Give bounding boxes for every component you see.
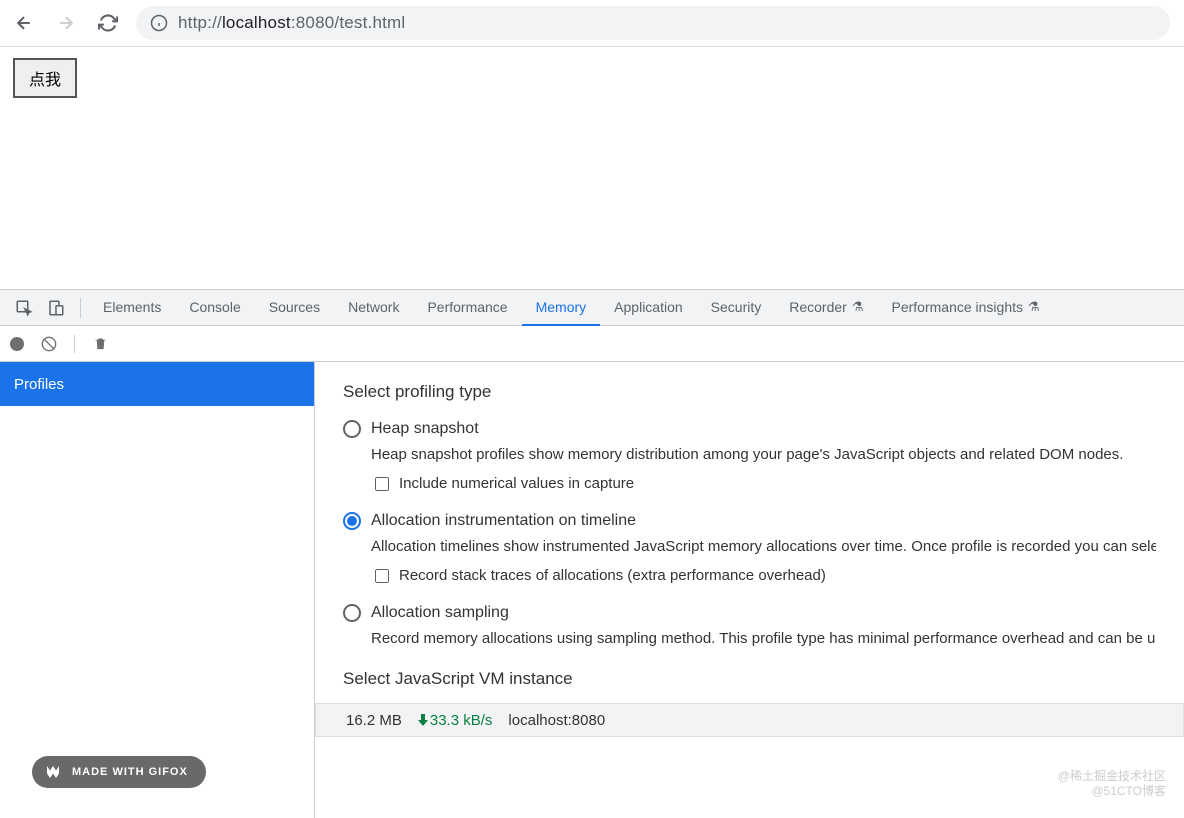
forward-button[interactable]: [56, 13, 76, 33]
record-button[interactable]: [10, 337, 24, 351]
page-content: 点我: [0, 47, 1184, 289]
vm-host: localhost:8080: [508, 712, 605, 729]
reload-button[interactable]: [98, 13, 118, 33]
trash-icon[interactable]: [91, 335, 109, 353]
tab-performance-insights[interactable]: Performance insights⚗: [878, 290, 1054, 326]
vm-instance-title: Select JavaScript VM instance: [343, 669, 1156, 689]
profiling-type-title: Select profiling type: [343, 382, 1156, 402]
tab-performance[interactable]: Performance: [413, 290, 521, 326]
heap-description: Heap snapshot profiles show memory distr…: [371, 444, 1156, 465]
flask-icon: ⚗: [852, 299, 864, 315]
separator: [80, 298, 81, 318]
checkbox-numerical[interactable]: [375, 477, 389, 491]
vm-size: 16.2 MB: [346, 712, 402, 729]
checkbox-label-numerical[interactable]: Include numerical values in capture: [399, 475, 634, 492]
profiles-sidebar: Profiles MADE WITH GIFOX: [0, 362, 315, 818]
address-bar[interactable]: http://localhost:8080/test.html: [136, 6, 1170, 40]
timeline-description: Allocation timelines show instrumented J…: [371, 536, 1156, 557]
radio-sampling[interactable]: [343, 604, 361, 622]
option-allocation-timeline: Allocation instrumentation on timeline A…: [343, 512, 1156, 584]
vm-rate: 33.3 kB/s: [418, 712, 493, 729]
separator: [74, 335, 75, 353]
tab-security[interactable]: Security: [697, 290, 776, 326]
devtools-tabs: Elements Console Sources Network Perform…: [0, 290, 1184, 326]
tab-memory[interactable]: Memory: [522, 290, 601, 326]
memory-toolbar: [0, 326, 1184, 362]
radio-label-heap[interactable]: Heap snapshot: [371, 420, 479, 438]
radio-timeline[interactable]: [343, 512, 361, 530]
checkbox-label-stack-traces[interactable]: Record stack traces of allocations (extr…: [399, 567, 826, 584]
memory-main: Select profiling type Heap snapshot Heap…: [315, 362, 1184, 818]
tab-sources[interactable]: Sources: [255, 290, 334, 326]
sidebar-item-profiles[interactable]: Profiles: [0, 362, 314, 406]
tab-network[interactable]: Network: [334, 290, 413, 326]
radio-heap[interactable]: [343, 420, 361, 438]
radio-label-timeline[interactable]: Allocation instrumentation on timeline: [371, 512, 636, 530]
vm-instance-row[interactable]: 16.2 MB 33.3 kB/s localhost:8080: [315, 703, 1184, 737]
devtools-panel: Elements Console Sources Network Perform…: [0, 289, 1184, 818]
sampling-description: Record memory allocations using sampling…: [371, 628, 1156, 649]
click-me-button[interactable]: 点我: [13, 58, 77, 98]
inspect-icon[interactable]: [14, 298, 34, 318]
option-heap-snapshot: Heap snapshot Heap snapshot profiles sho…: [343, 420, 1156, 492]
gifox-watermark: MADE WITH GIFOX: [32, 756, 206, 788]
info-icon: [150, 14, 168, 32]
tab-console[interactable]: Console: [175, 290, 254, 326]
option-allocation-sampling: Allocation sampling Record memory alloca…: [343, 604, 1156, 649]
tab-recorder[interactable]: Recorder⚗: [775, 290, 877, 326]
clear-icon[interactable]: [40, 335, 58, 353]
browser-toolbar: http://localhost:8080/test.html: [0, 0, 1184, 47]
url-text: http://localhost:8080/test.html: [178, 13, 405, 33]
checkbox-stack-traces[interactable]: [375, 569, 389, 583]
arrow-down-icon: [418, 714, 428, 726]
flask-icon: ⚗: [1028, 299, 1040, 315]
radio-label-sampling[interactable]: Allocation sampling: [371, 604, 509, 622]
tab-elements[interactable]: Elements: [89, 290, 175, 326]
back-button[interactable]: [14, 13, 34, 33]
tab-application[interactable]: Application: [600, 290, 697, 326]
device-toggle-icon[interactable]: [46, 298, 66, 318]
gifox-icon: [44, 763, 62, 781]
nav-buttons: [14, 13, 118, 33]
page-watermark: @稀土掘金技术社区 @51CTO博客: [1058, 769, 1166, 800]
devtools-body: Profiles MADE WITH GIFOX Select profilin…: [0, 362, 1184, 818]
